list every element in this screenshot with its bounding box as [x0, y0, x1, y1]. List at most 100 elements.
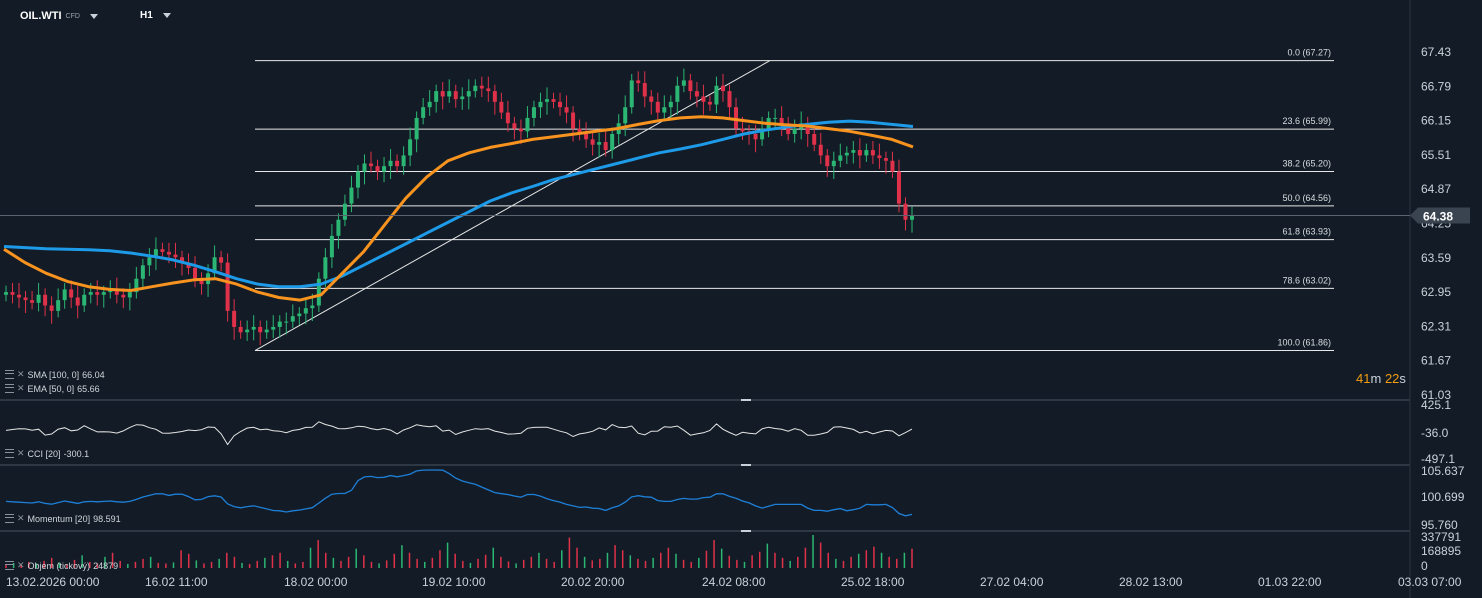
- candle-body: [531, 107, 536, 118]
- menu-icon[interactable]: [5, 514, 14, 523]
- candle-body: [779, 117, 784, 124]
- candle-body: [258, 326, 263, 333]
- candle-body: [694, 91, 699, 97]
- candle-body: [382, 166, 387, 172]
- sma-legend[interactable]: ✕ SMA [100, 0] 66.04: [5, 369, 105, 380]
- candle-body: [401, 155, 406, 167]
- candle-body: [681, 80, 686, 86]
- candle-body: [36, 294, 41, 303]
- candle-body: [101, 292, 106, 295]
- pane-resize-handle: [741, 399, 751, 401]
- candle-body: [825, 155, 830, 167]
- countdown-seconds: 22: [1384, 371, 1400, 386]
- price-tick-label: 64.87: [1421, 182, 1451, 196]
- cci-legend[interactable]: ✕ CCI [20] -300.1: [5, 448, 89, 459]
- symbol-selector[interactable]: OIL.WTI CFD: [20, 10, 98, 22]
- sma-value: 66.04: [82, 369, 105, 380]
- candle-body: [95, 292, 100, 295]
- candle-body: [675, 85, 680, 102]
- candle-body: [395, 160, 400, 167]
- close-icon[interactable]: ✕: [17, 513, 25, 524]
- candle-body: [831, 160, 836, 167]
- candle-body: [642, 83, 647, 97]
- fib-level-label: 61.8 (63.93): [1282, 227, 1331, 237]
- price-tick-label: 66.15: [1421, 114, 1451, 128]
- momentum-legend[interactable]: ✕ Momentum [20] 98.591: [5, 513, 121, 524]
- price-tick-label: 62.95: [1421, 285, 1451, 299]
- candle-body: [460, 96, 465, 100]
- time-axis-label: 13.02.2026 00:00: [6, 575, 100, 589]
- chart-canvas[interactable]: 67.4366.7966.1565.5164.8764.2563.5962.95…: [0, 0, 1482, 598]
- cci-line: [5, 421, 913, 446]
- candle-body: [870, 150, 875, 156]
- menu-icon[interactable]: [5, 384, 14, 393]
- candle-body: [558, 101, 563, 108]
- candle-body: [440, 91, 445, 97]
- instrument-type: CFD: [65, 12, 80, 20]
- candle-body: [590, 139, 595, 145]
- candle-body: [355, 171, 360, 188]
- menu-icon[interactable]: [5, 370, 14, 379]
- candle-body: [4, 292, 8, 295]
- candle-body: [375, 166, 380, 172]
- candle-body: [864, 150, 869, 156]
- candle-body: [284, 321, 289, 323]
- candle-body: [421, 107, 426, 118]
- timeframe-label: H1: [140, 10, 153, 21]
- close-icon[interactable]: ✕: [17, 369, 25, 380]
- candle-body: [753, 133, 758, 140]
- volume-value: 24879: [93, 560, 119, 571]
- candle-body: [571, 112, 576, 129]
- price-tick-label: 61.67: [1421, 354, 1451, 368]
- candle-body: [851, 150, 856, 153]
- candle-body: [329, 235, 334, 258]
- candle-body: [245, 329, 250, 333]
- cci-tick-label: -36.0: [1421, 426, 1449, 440]
- countdown-sec-unit: s: [1399, 371, 1406, 386]
- candle-body: [56, 300, 61, 311]
- candle-body: [290, 316, 295, 322]
- menu-icon[interactable]: [5, 449, 14, 458]
- price-tick-label: 67.43: [1421, 45, 1451, 59]
- candle-body: [603, 142, 608, 151]
- ema-legend[interactable]: ✕ EMA [50, 0] 65.66: [5, 383, 100, 394]
- candle-body: [121, 294, 126, 298]
- candle-body: [740, 128, 745, 132]
- candle-body: [466, 91, 471, 97]
- close-icon[interactable]: ✕: [17, 383, 25, 394]
- candle-body: [720, 85, 725, 92]
- cci-tick-label: 425.1: [1421, 398, 1451, 412]
- close-icon[interactable]: ✕: [17, 448, 25, 459]
- candle-body: [219, 257, 224, 263]
- candle-body: [160, 249, 165, 252]
- candle-body: [688, 80, 693, 92]
- candle-body: [903, 203, 908, 220]
- candle-body: [890, 160, 895, 172]
- timeframe-selector[interactable]: H1: [140, 10, 171, 21]
- candle-body: [818, 144, 823, 156]
- candle-body: [773, 117, 778, 119]
- volume-tick-label: 337791: [1421, 530, 1461, 544]
- candle-body: [499, 101, 504, 113]
- candle-body: [303, 308, 308, 314]
- candle-body: [668, 101, 673, 108]
- candle-body: [479, 85, 484, 89]
- volume-legend[interactable]: ✕ Objem (tickový) 24879: [5, 560, 118, 571]
- ema-value: 65.66: [77, 383, 100, 394]
- candle-body: [75, 297, 80, 306]
- candle-body: [792, 128, 797, 134]
- menu-icon[interactable]: [5, 561, 14, 570]
- candle-body: [408, 139, 413, 156]
- close-icon[interactable]: ✕: [17, 560, 25, 571]
- candle-body: [277, 321, 282, 327]
- fib-level-label: 23.6 (65.99): [1282, 116, 1331, 126]
- candle-body: [349, 187, 354, 204]
- time-axis-label: 28.02 13:00: [1119, 575, 1183, 589]
- candle-body: [166, 251, 171, 255]
- candle-body: [88, 292, 93, 295]
- candle-body: [238, 326, 243, 333]
- candle-body: [662, 107, 667, 113]
- candle-body: [551, 99, 556, 102]
- time-axis-label: 19.02 10:00: [422, 575, 486, 589]
- chart-area[interactable]: 67.43 66.79 66.15 65.51 64.87 64.25 63.59 62.95…: [0, 0, 1482, 598]
